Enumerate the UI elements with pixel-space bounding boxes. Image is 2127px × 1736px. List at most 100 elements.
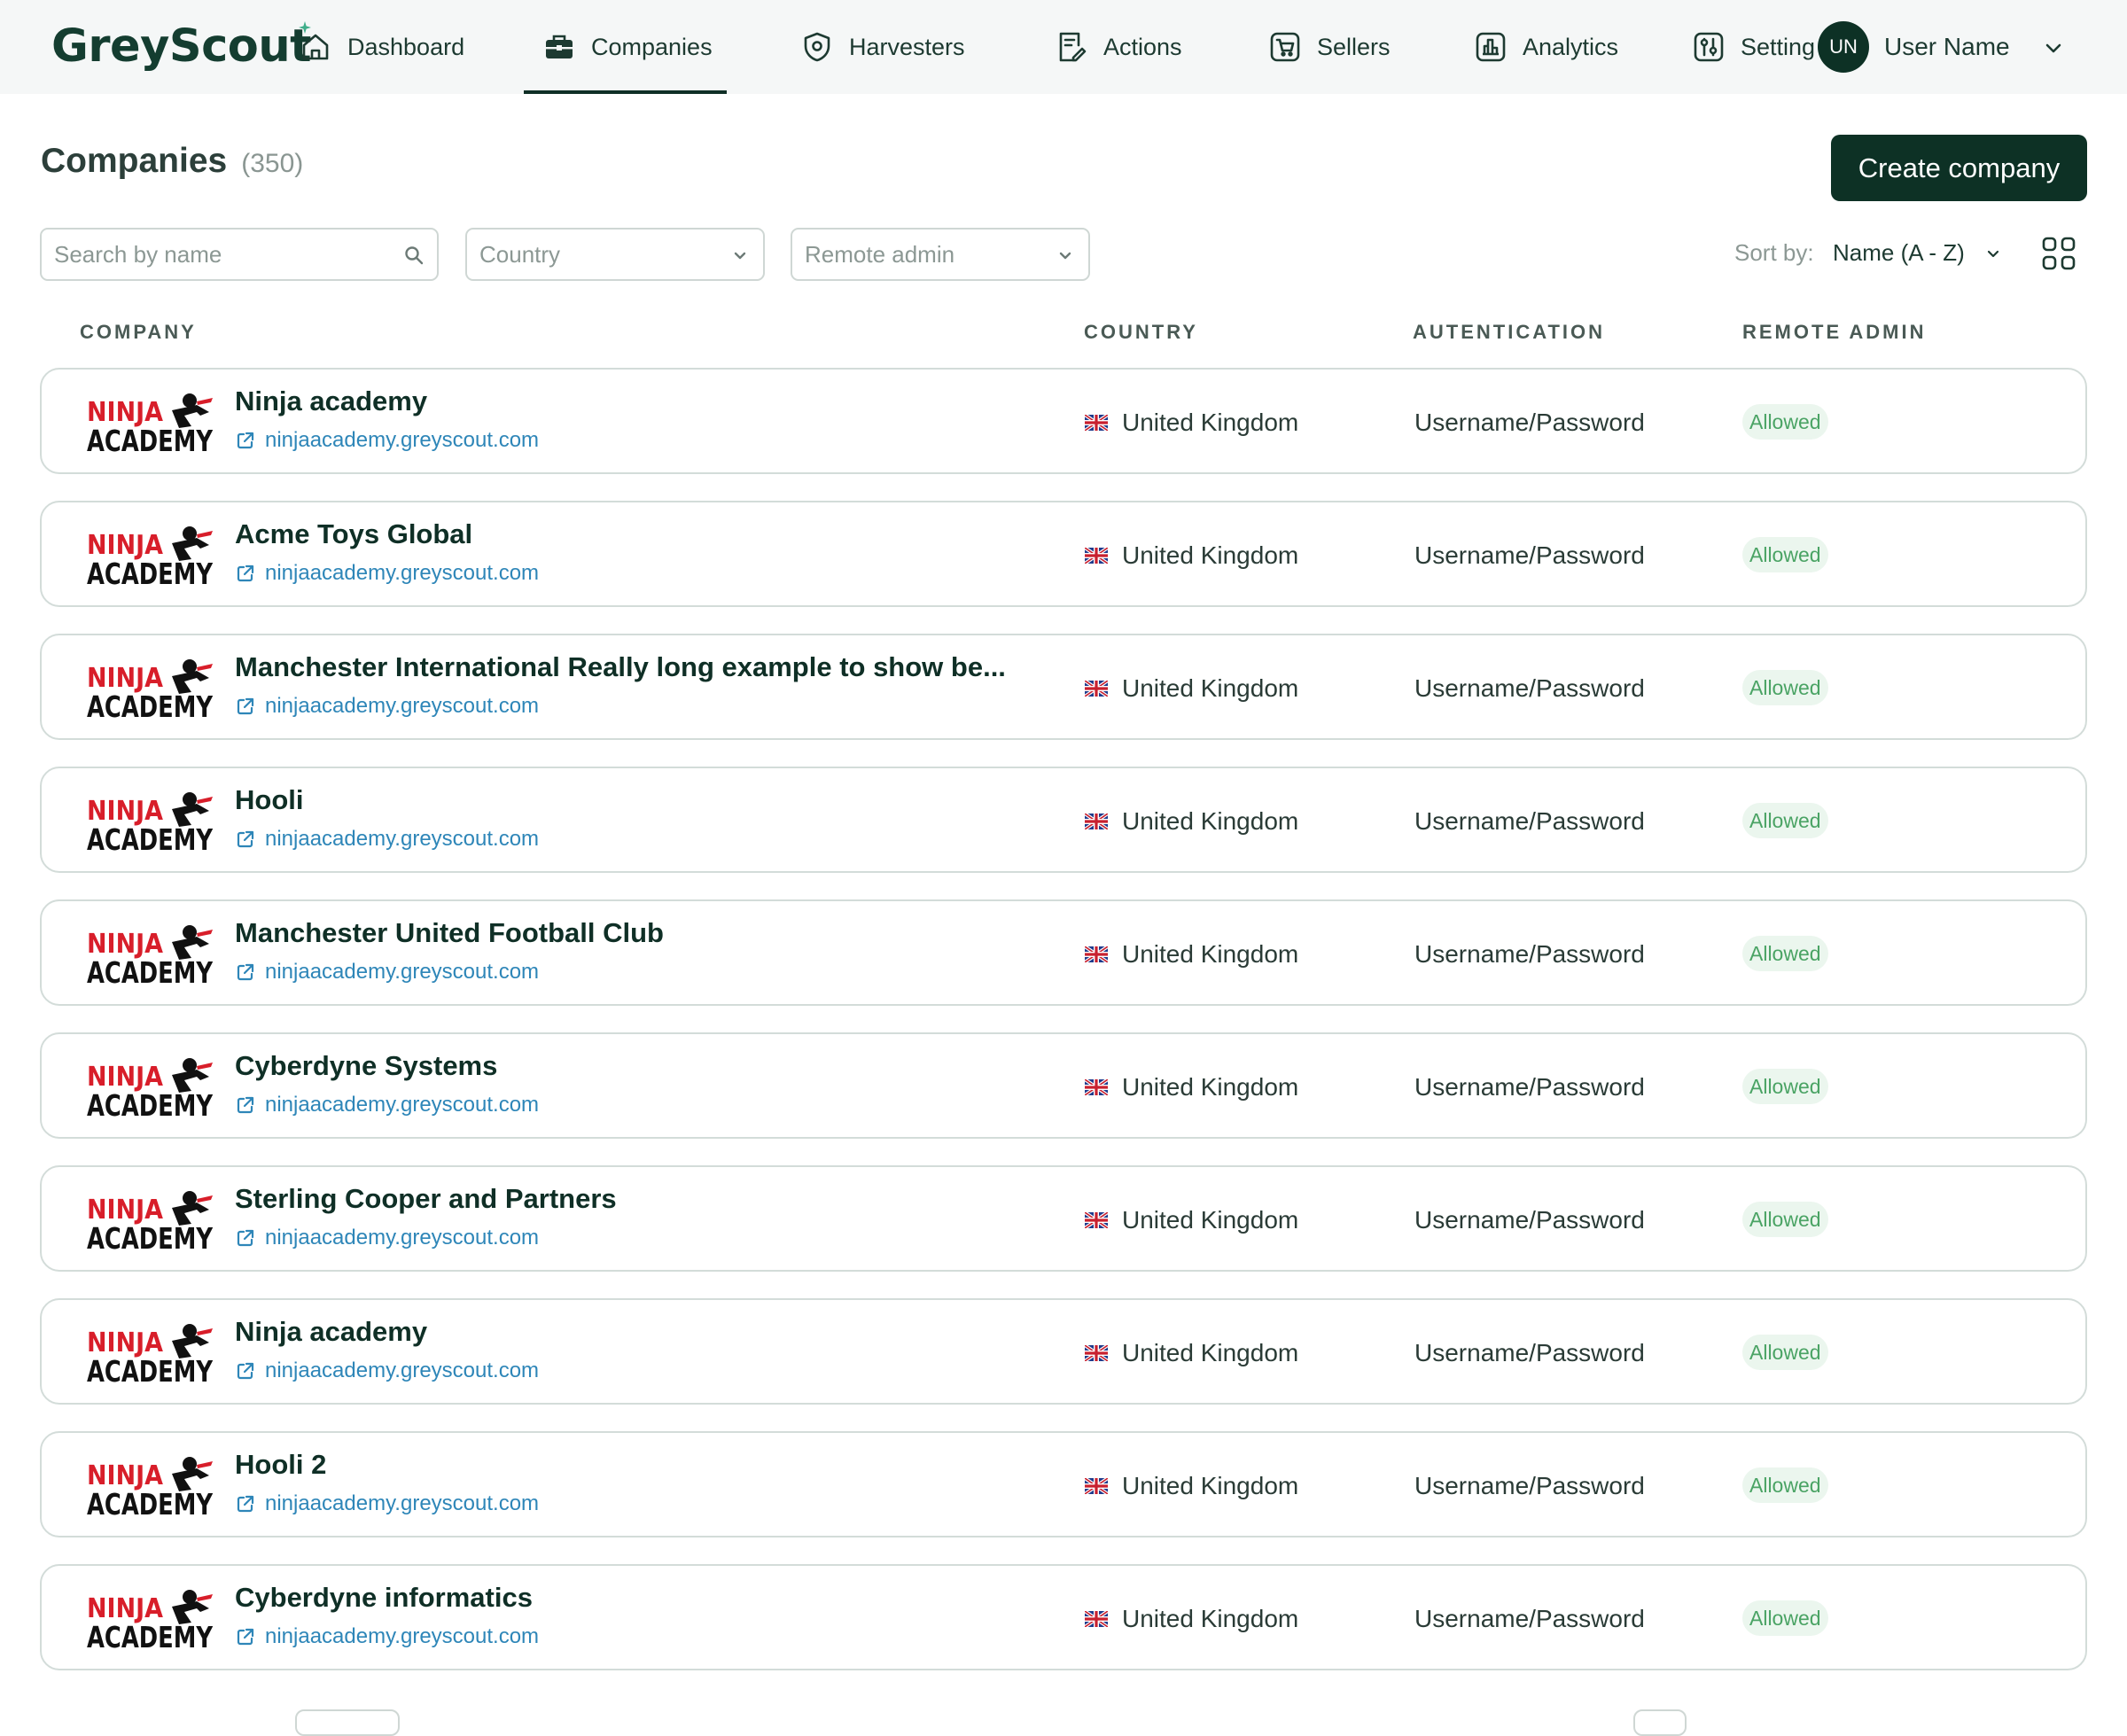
chevron-down-icon[interactable]	[1985, 245, 2001, 261]
nav-label: Setting	[1741, 33, 1816, 60]
company-url-link[interactable]: ninjaacademy.greyscout.com	[235, 1358, 539, 1383]
table-row[interactable]: NINJA ACADEMY Manchester International R…	[40, 634, 2087, 740]
external-link-icon	[237, 830, 254, 848]
company-country: United Kingdom	[1085, 541, 1298, 570]
authentication-method: Username/Password	[1414, 409, 1645, 436]
country-name: United Kingdom	[1122, 674, 1299, 702]
company-url: ninjaacademy.greyscout.com	[265, 1358, 540, 1382]
company-name[interactable]: Cyberdyne Systems	[235, 1050, 1086, 1082]
company-name[interactable]: Acme Toys Global	[235, 518, 1086, 550]
uk-flag-icon	[1085, 1212, 1108, 1228]
avatar[interactable]: UN	[1818, 21, 1869, 73]
uk-flag-icon	[1085, 946, 1108, 962]
external-link-icon	[237, 963, 254, 981]
company-name[interactable]: Manchester International Really long exa…	[235, 651, 1086, 683]
company-url-link[interactable]: ninjaacademy.greyscout.com	[235, 694, 539, 719]
country-select[interactable]: Country	[465, 228, 765, 281]
column-header-company[interactable]: COMPANY	[80, 321, 197, 344]
search-field[interactable]	[40, 228, 439, 281]
column-header-remote-admin[interactable]: REMOTE ADMIN	[1742, 321, 1927, 344]
country-name: United Kingdom	[1122, 1605, 1299, 1632]
nav-item-actions[interactable]: Actions	[1056, 0, 1182, 94]
greyscout-logo[interactable]: GreyScout	[51, 18, 312, 76]
sort-dropdown[interactable]: Name (A - Z)	[1833, 239, 1965, 267]
uk-flag-icon	[1085, 1345, 1108, 1361]
table-row[interactable]: NINJA ACADEMY Ninja academy ninjaacademy…	[40, 1298, 2087, 1405]
company-url-link[interactable]: ninjaacademy.greyscout.com	[235, 1093, 539, 1117]
table-row[interactable]: NINJA ACADEMY Manchester United Football…	[40, 899, 2087, 1006]
nav-item-harvesters[interactable]: Harvesters	[801, 0, 965, 94]
svg-text:ACADEMY: ACADEMY	[87, 1487, 213, 1518]
nav-item-sellers[interactable]: Sellers	[1269, 0, 1391, 94]
country-name: United Kingdom	[1122, 1472, 1299, 1499]
table-row[interactable]: NINJA ACADEMY Acme Toys Global ninjaacad…	[40, 501, 2087, 607]
company-url: ninjaacademy.greyscout.com	[265, 694, 540, 718]
svg-text:ACADEMY: ACADEMY	[87, 1620, 213, 1651]
user-name[interactable]: User Name	[1884, 0, 2010, 94]
company-name[interactable]: Cyberdyne informatics	[235, 1582, 1086, 1614]
company-name[interactable]: Ninja academy	[235, 385, 1086, 417]
uk-flag-icon	[1085, 1611, 1108, 1627]
company-name[interactable]: Hooli	[235, 784, 1086, 816]
external-link-icon	[237, 1628, 254, 1646]
external-link-icon	[237, 1495, 254, 1513]
table-row[interactable]: NINJA ACADEMY Cyberdyne Systems ninjaaca…	[40, 1032, 2087, 1139]
table-row[interactable]: NINJA ACADEMY Cyberdyne informatics ninj…	[40, 1564, 2087, 1670]
table-row[interactable]: NINJA ACADEMY Hooli 2 ninjaacademy.greys…	[40, 1431, 2087, 1537]
country-name: United Kingdom	[1122, 409, 1299, 436]
external-link-icon	[237, 1362, 254, 1380]
table-row[interactable]: NINJA ACADEMY Ninja academy ninjaacademy…	[40, 368, 2087, 474]
external-link-icon	[237, 1096, 254, 1114]
company-url-link[interactable]: ninjaacademy.greyscout.com	[235, 561, 539, 586]
status-badge: Allowed	[1742, 1335, 1828, 1370]
company-logo: NINJA ACADEMY	[87, 393, 213, 455]
table-row[interactable]: NINJA ACADEMY Sterling Cooper and Partne…	[40, 1165, 2087, 1272]
shield-gear-icon	[804, 32, 830, 62]
chevron-down-icon	[1059, 252, 1071, 260]
svg-text:ACADEMY: ACADEMY	[87, 557, 213, 588]
nav-label: Sellers	[1317, 33, 1391, 60]
company-url: ninjaacademy.greyscout.com	[265, 1093, 540, 1117]
status-badge: Allowed	[1742, 1467, 1828, 1503]
search-input[interactable]	[54, 240, 425, 269]
svg-text:ACADEMY: ACADEMY	[87, 822, 213, 853]
company-url: ninjaacademy.greyscout.com	[265, 561, 540, 585]
company-logo: NINJA ACADEMY	[87, 1058, 213, 1119]
company-url-link[interactable]: ninjaacademy.greyscout.com	[235, 1226, 539, 1250]
pagination-control[interactable]	[1633, 1709, 1687, 1736]
company-url: ninjaacademy.greyscout.com	[265, 1491, 540, 1515]
company-country: United Kingdom	[1085, 409, 1298, 437]
company-url-link[interactable]: ninjaacademy.greyscout.com	[235, 827, 539, 852]
company-country: United Kingdom	[1085, 940, 1298, 969]
remote-admin-select[interactable]: Remote admin	[791, 228, 1090, 281]
company-logo: NINJA ACADEMY	[87, 526, 213, 588]
nav-item-settings[interactable]: Setting	[1693, 0, 1815, 94]
company-url-link[interactable]: ninjaacademy.greyscout.com	[235, 428, 539, 453]
status-badge: Allowed	[1742, 1202, 1828, 1237]
company-url: ninjaacademy.greyscout.com	[265, 428, 540, 452]
company-url-link[interactable]: ninjaacademy.greyscout.com	[235, 1624, 539, 1649]
company-url-link[interactable]: ninjaacademy.greyscout.com	[235, 1491, 539, 1516]
company-name[interactable]: Ninja academy	[235, 1316, 1086, 1348]
authentication-method: Username/Password	[1414, 807, 1645, 835]
create-company-button[interactable]: Create company	[1831, 135, 2087, 201]
nav-item-dashboard[interactable]: Dashboard	[300, 0, 464, 94]
table-row[interactable]: NINJA ACADEMY Hooli ninjaacademy.greysco…	[40, 767, 2087, 873]
column-header-country[interactable]: COUNTRY	[1084, 321, 1198, 344]
nav-item-analytics[interactable]: Analytics	[1475, 0, 1618, 94]
external-link-icon	[237, 1229, 254, 1247]
uk-flag-icon	[1085, 1478, 1108, 1494]
grid-view-icon[interactable]	[2041, 236, 2076, 271]
pagination-control[interactable]	[295, 1709, 400, 1736]
nav-item-companies[interactable]: Companies	[524, 0, 727, 94]
company-url-link[interactable]: ninjaacademy.greyscout.com	[235, 960, 539, 985]
checklist-edit-icon	[1059, 32, 1087, 62]
chevron-down-icon[interactable]	[2044, 38, 2063, 58]
company-name[interactable]: Hooli 2	[235, 1449, 1086, 1481]
column-header-authentication[interactable]: AUTENTICATION	[1413, 321, 1605, 344]
authentication-method: Username/Password	[1414, 1605, 1645, 1632]
company-name[interactable]: Sterling Cooper and Partners	[235, 1183, 1086, 1215]
company-url: ninjaacademy.greyscout.com	[265, 1624, 540, 1648]
uk-flag-icon	[1085, 548, 1108, 564]
company-name[interactable]: Manchester United Football Club	[235, 917, 1086, 949]
